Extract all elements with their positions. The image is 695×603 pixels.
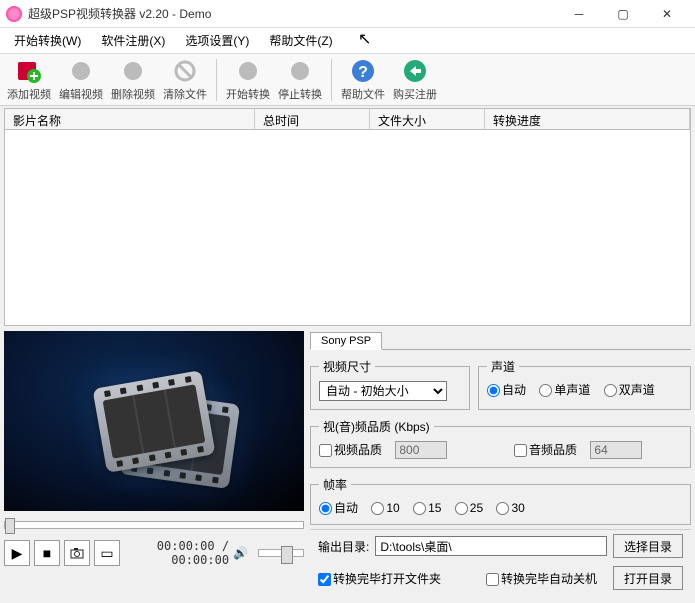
fps-15[interactable]: 15 bbox=[413, 501, 441, 515]
video-quality-check[interactable]: 视频品质 bbox=[319, 443, 382, 457]
shutdown-check[interactable]: 转换完毕自动关机 bbox=[486, 570, 597, 587]
start-convert-icon bbox=[235, 58, 261, 84]
stop-button[interactable]: ■ bbox=[34, 540, 60, 566]
col-duration[interactable]: 总时间 bbox=[255, 109, 370, 129]
time-display: 00:00:00 / 00:00:00 bbox=[124, 539, 229, 567]
tool-start-convert[interactable]: 开始转换 bbox=[223, 56, 273, 104]
open-folder-check[interactable]: 转换完毕打开文件夹 bbox=[318, 570, 441, 587]
buy-icon bbox=[402, 58, 428, 84]
group-quality: 视(音)频品质 (Kbps) bbox=[319, 418, 434, 435]
col-size[interactable]: 文件大小 bbox=[370, 109, 485, 129]
help-icon: ? bbox=[350, 58, 376, 84]
seek-slider[interactable] bbox=[4, 515, 304, 535]
tool-delete-video[interactable]: 删除视频 bbox=[108, 56, 158, 104]
video-size-select[interactable]: 自动 - 初始大小 bbox=[319, 381, 447, 401]
col-name[interactable]: 影片名称 bbox=[5, 109, 255, 129]
fps-30[interactable]: 30 bbox=[496, 501, 524, 515]
col-progress[interactable]: 转换进度 bbox=[485, 109, 690, 129]
minimize-button[interactable]: ─ bbox=[557, 0, 601, 28]
fps-auto[interactable]: 自动 bbox=[319, 501, 358, 515]
volume-slider[interactable] bbox=[258, 549, 304, 557]
menu-register[interactable]: 软件注册(X) bbox=[91, 29, 175, 52]
menu-start-convert[interactable]: 开始转换(W) bbox=[4, 29, 91, 52]
video-kbps-input[interactable] bbox=[395, 441, 447, 459]
browse-button[interactable]: 选择目录 bbox=[613, 534, 683, 558]
tool-buy-register[interactable]: 购买注册 bbox=[390, 56, 440, 104]
fullscreen-button[interactable]: ▭ bbox=[94, 540, 120, 566]
audio-quality-check[interactable]: 音频品质 bbox=[514, 443, 577, 457]
app-icon bbox=[6, 6, 22, 22]
channel-auto[interactable]: 自动 bbox=[487, 383, 526, 397]
volume-icon: 🔊 bbox=[233, 546, 248, 560]
output-dir-input[interactable] bbox=[375, 536, 607, 556]
file-list[interactable] bbox=[4, 130, 691, 326]
stop-convert-icon bbox=[287, 58, 313, 84]
maximize-button[interactable]: ▢ bbox=[601, 0, 645, 28]
toolbar-separator bbox=[331, 59, 332, 101]
tab-sony-psp[interactable]: Sony PSP bbox=[310, 332, 382, 350]
clear-files-icon bbox=[172, 58, 198, 84]
menu-help[interactable]: 帮助文件(Z) bbox=[259, 29, 342, 52]
tool-edit-video[interactable]: 编辑视频 bbox=[56, 56, 106, 104]
window-title: 超级PSP视频转换器 v2.20 - Demo bbox=[28, 5, 557, 22]
tool-add-video[interactable]: 添加视频 bbox=[4, 56, 54, 104]
file-list-header: 影片名称 总时间 文件大小 转换进度 bbox=[4, 108, 691, 130]
camera-icon bbox=[70, 547, 84, 559]
edit-video-icon bbox=[68, 58, 94, 84]
snapshot-button[interactable] bbox=[64, 540, 90, 566]
audio-kbps-input[interactable] bbox=[590, 441, 642, 459]
close-button[interactable]: ✕ bbox=[645, 0, 689, 28]
svg-text:?: ? bbox=[358, 64, 368, 81]
output-dir-label: 输出目录: bbox=[318, 538, 369, 555]
tool-help[interactable]: ? 帮助文件 bbox=[338, 56, 388, 104]
channel-mono[interactable]: 单声道 bbox=[539, 383, 590, 397]
open-dir-button[interactable]: 打开目录 bbox=[613, 566, 683, 590]
fps-25[interactable]: 25 bbox=[455, 501, 483, 515]
menu-options[interactable]: 选项设置(Y) bbox=[175, 29, 259, 52]
tool-clear-files[interactable]: 清除文件 bbox=[160, 56, 210, 104]
group-video-size: 视频尺寸 bbox=[319, 358, 375, 375]
delete-video-icon bbox=[120, 58, 146, 84]
group-fps: 帧率 bbox=[319, 476, 351, 493]
preview-canvas bbox=[4, 331, 304, 511]
fps-10[interactable]: 10 bbox=[371, 501, 399, 515]
group-channel: 声道 bbox=[487, 358, 519, 375]
tool-stop-convert[interactable]: 停止转换 bbox=[275, 56, 325, 104]
toolbar-separator bbox=[216, 59, 217, 101]
add-video-icon bbox=[16, 58, 42, 84]
play-button[interactable]: ▶ bbox=[4, 540, 30, 566]
channel-stereo[interactable]: 双声道 bbox=[604, 383, 655, 397]
